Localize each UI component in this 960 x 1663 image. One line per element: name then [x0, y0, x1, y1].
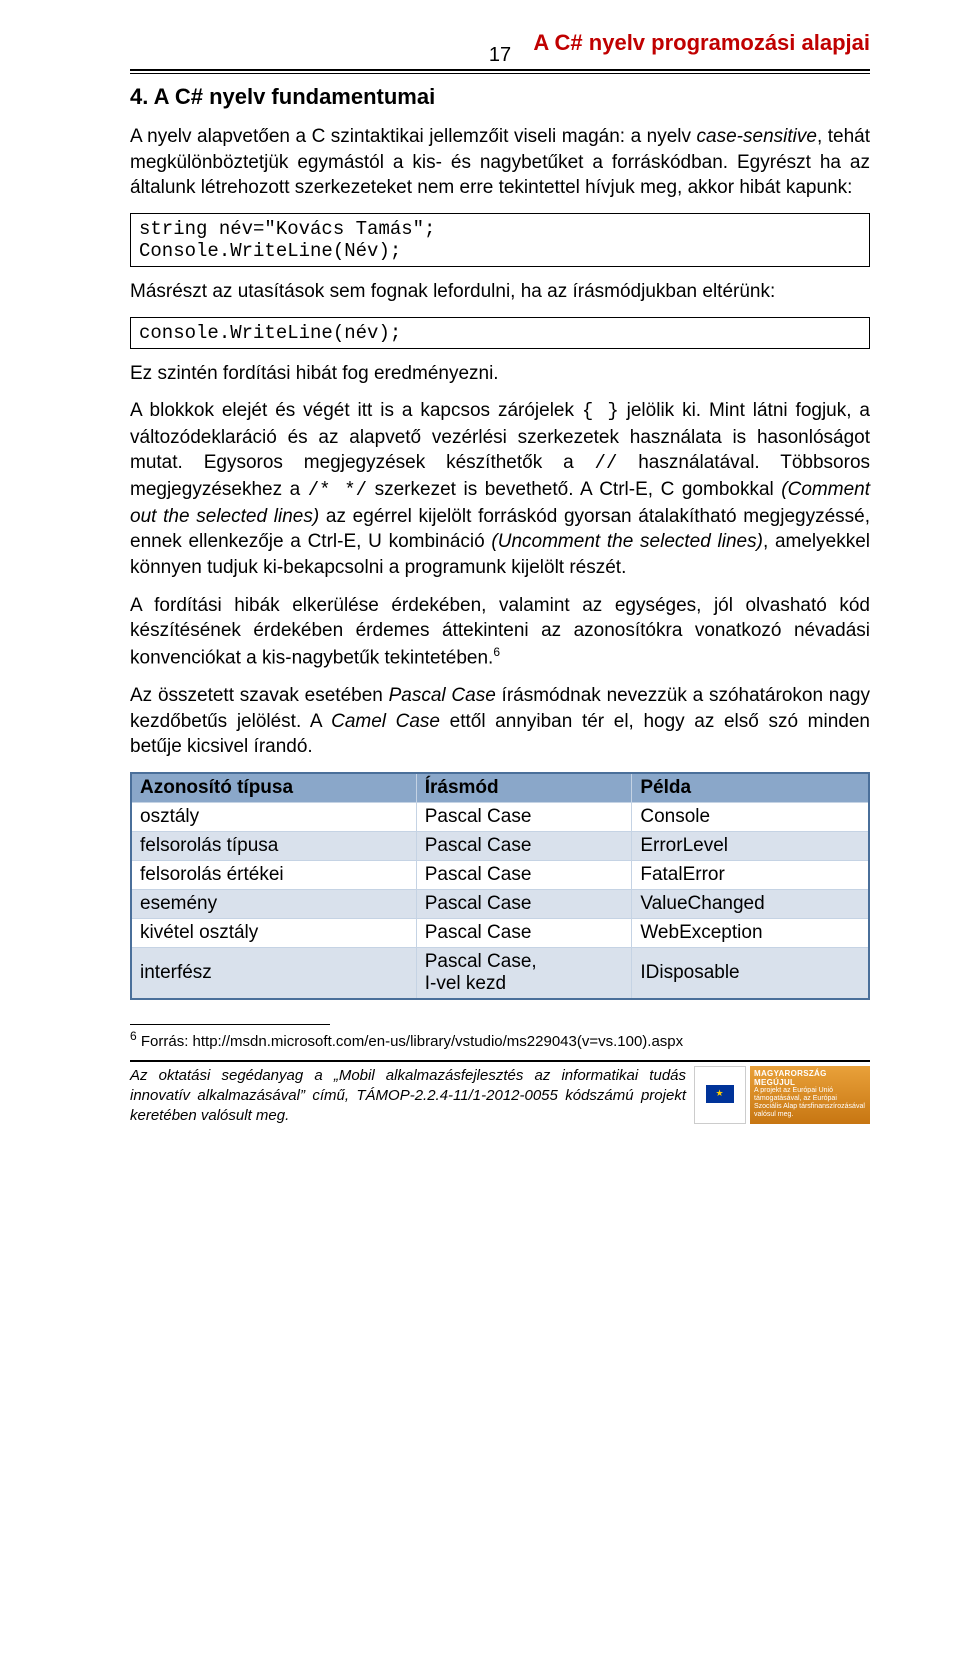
table-row: osztályPascal CaseConsole: [131, 802, 869, 831]
footer-text: Az oktatási segédanyag a „Mobil alkalmaz…: [130, 1066, 694, 1127]
table-cell: ErrorLevel: [632, 831, 869, 860]
header-rule-thick: [130, 69, 870, 71]
footnote-mark: 6: [130, 1029, 137, 1043]
footer-logos: ★ MAGYARORSZÁG MEGÚJUL A projekt az Euró…: [694, 1066, 870, 1124]
footnote-text: Forrás: http://msdn.microsoft.com/en-us/…: [137, 1033, 683, 1050]
code-block-2: console.WriteLine(név);: [130, 317, 870, 349]
table-cell: Console: [632, 802, 869, 831]
code-block-1: string név="Kovács Tamás"; Console.Write…: [130, 213, 870, 267]
comment-multi: /* */: [308, 479, 367, 501]
table-row: felsorolás értékeiPascal CaseFatalError: [131, 860, 869, 889]
header-rule-thin: [130, 73, 870, 74]
table-row: eseményPascal CaseValueChanged: [131, 889, 869, 918]
page-footer: Az oktatási segédanyag a „Mobil alkalmaz…: [130, 1066, 870, 1127]
table-cell: Pascal Case, I-vel kezd: [416, 947, 632, 999]
paragraph-casing: Az összetett szavak esetében Pascal Case…: [130, 683, 870, 760]
table-cell: Pascal Case: [416, 889, 632, 918]
footnote-ref-6: 6: [493, 645, 500, 659]
table-cell: esemény: [131, 889, 416, 918]
logo-subtitle: A projekt az Európai Unió támogatásával,…: [754, 1087, 866, 1118]
table-cell: Pascal Case: [416, 860, 632, 889]
uncomment-label: (Uncomment the selected lines): [491, 531, 763, 552]
footnote-separator: [130, 1024, 330, 1025]
footer-rule: [130, 1060, 870, 1062]
text: Egysoros megjegyzések készíthetők a: [204, 452, 595, 473]
paragraph-conventions: A fordítási hibák elkerülése érdekében, …: [130, 593, 870, 671]
text: A nyelv alapvetően a C szintaktikai jell…: [130, 126, 697, 147]
table-cell: IDisposable: [632, 947, 869, 999]
eu-stars-icon: ★: [706, 1085, 734, 1103]
th-casing: Írásmód: [416, 773, 632, 803]
paragraph-3: Ez szintén fordítási hibát fog eredménye…: [130, 361, 870, 387]
braces: { }: [582, 400, 619, 422]
th-type: Azonosító típusa: [131, 773, 416, 803]
szechenyi-logo: MAGYARORSZÁG MEGÚJUL A projekt az Európa…: [750, 1066, 870, 1124]
table-cell: Pascal Case: [416, 831, 632, 860]
table-header-row: Azonosító típusa Írásmód Példa: [131, 773, 869, 803]
table-cell: felsorolás típusa: [131, 831, 416, 860]
paragraph-blocks: A blokkok elejét és végét itt is a kapcs…: [130, 398, 870, 580]
table-cell: Pascal Case: [416, 802, 632, 831]
term-camel-case: Camel Case: [331, 711, 440, 732]
table-cell: kivétel osztály: [131, 918, 416, 947]
page-header: A C# nyelv programozási alapjai 17: [130, 30, 870, 74]
table-row: kivétel osztályPascal CaseWebException: [131, 918, 869, 947]
table-cell: WebException: [632, 918, 869, 947]
paragraph-intro: A nyelv alapvetően a C szintaktikai jell…: [130, 124, 870, 201]
th-example: Példa: [632, 773, 869, 803]
paragraph-2: Másrészt az utasítások sem fognak leford…: [130, 279, 870, 305]
term-pascal-case: Pascal Case: [389, 685, 496, 706]
text: Az oktatási segédanyag a: [130, 1067, 334, 1084]
text: Az összetett szavak esetében: [130, 685, 389, 706]
naming-convention-table: Azonosító típusa Írásmód Példa osztályPa…: [130, 772, 870, 1000]
table-cell: ValueChanged: [632, 889, 869, 918]
section-title: 4. A C# nyelv fundamentumai: [130, 84, 870, 110]
table-row: interfészPascal Case, I-vel kezdIDisposa…: [131, 947, 869, 999]
table-cell: FatalError: [632, 860, 869, 889]
footnote-6: 6 Forrás: http://msdn.microsoft.com/en-u…: [130, 1029, 870, 1050]
text: szerkezet is bevethető. A Ctrl-E, C gomb…: [367, 479, 781, 500]
comment-single: //: [595, 452, 618, 474]
table-cell: interfész: [131, 947, 416, 999]
table-cell: osztály: [131, 802, 416, 831]
text: A blokkok elejét és végét itt is a kapcs…: [130, 400, 582, 421]
table-cell: felsorolás értékei: [131, 860, 416, 889]
term-case-sensitive: case-sensitive: [697, 126, 817, 147]
logo-title: MAGYARORSZÁG MEGÚJUL: [754, 1070, 866, 1088]
table-row: felsorolás típusaPascal CaseErrorLevel: [131, 831, 869, 860]
eu-flag-icon: ★: [694, 1066, 746, 1124]
table-cell: Pascal Case: [416, 918, 632, 947]
